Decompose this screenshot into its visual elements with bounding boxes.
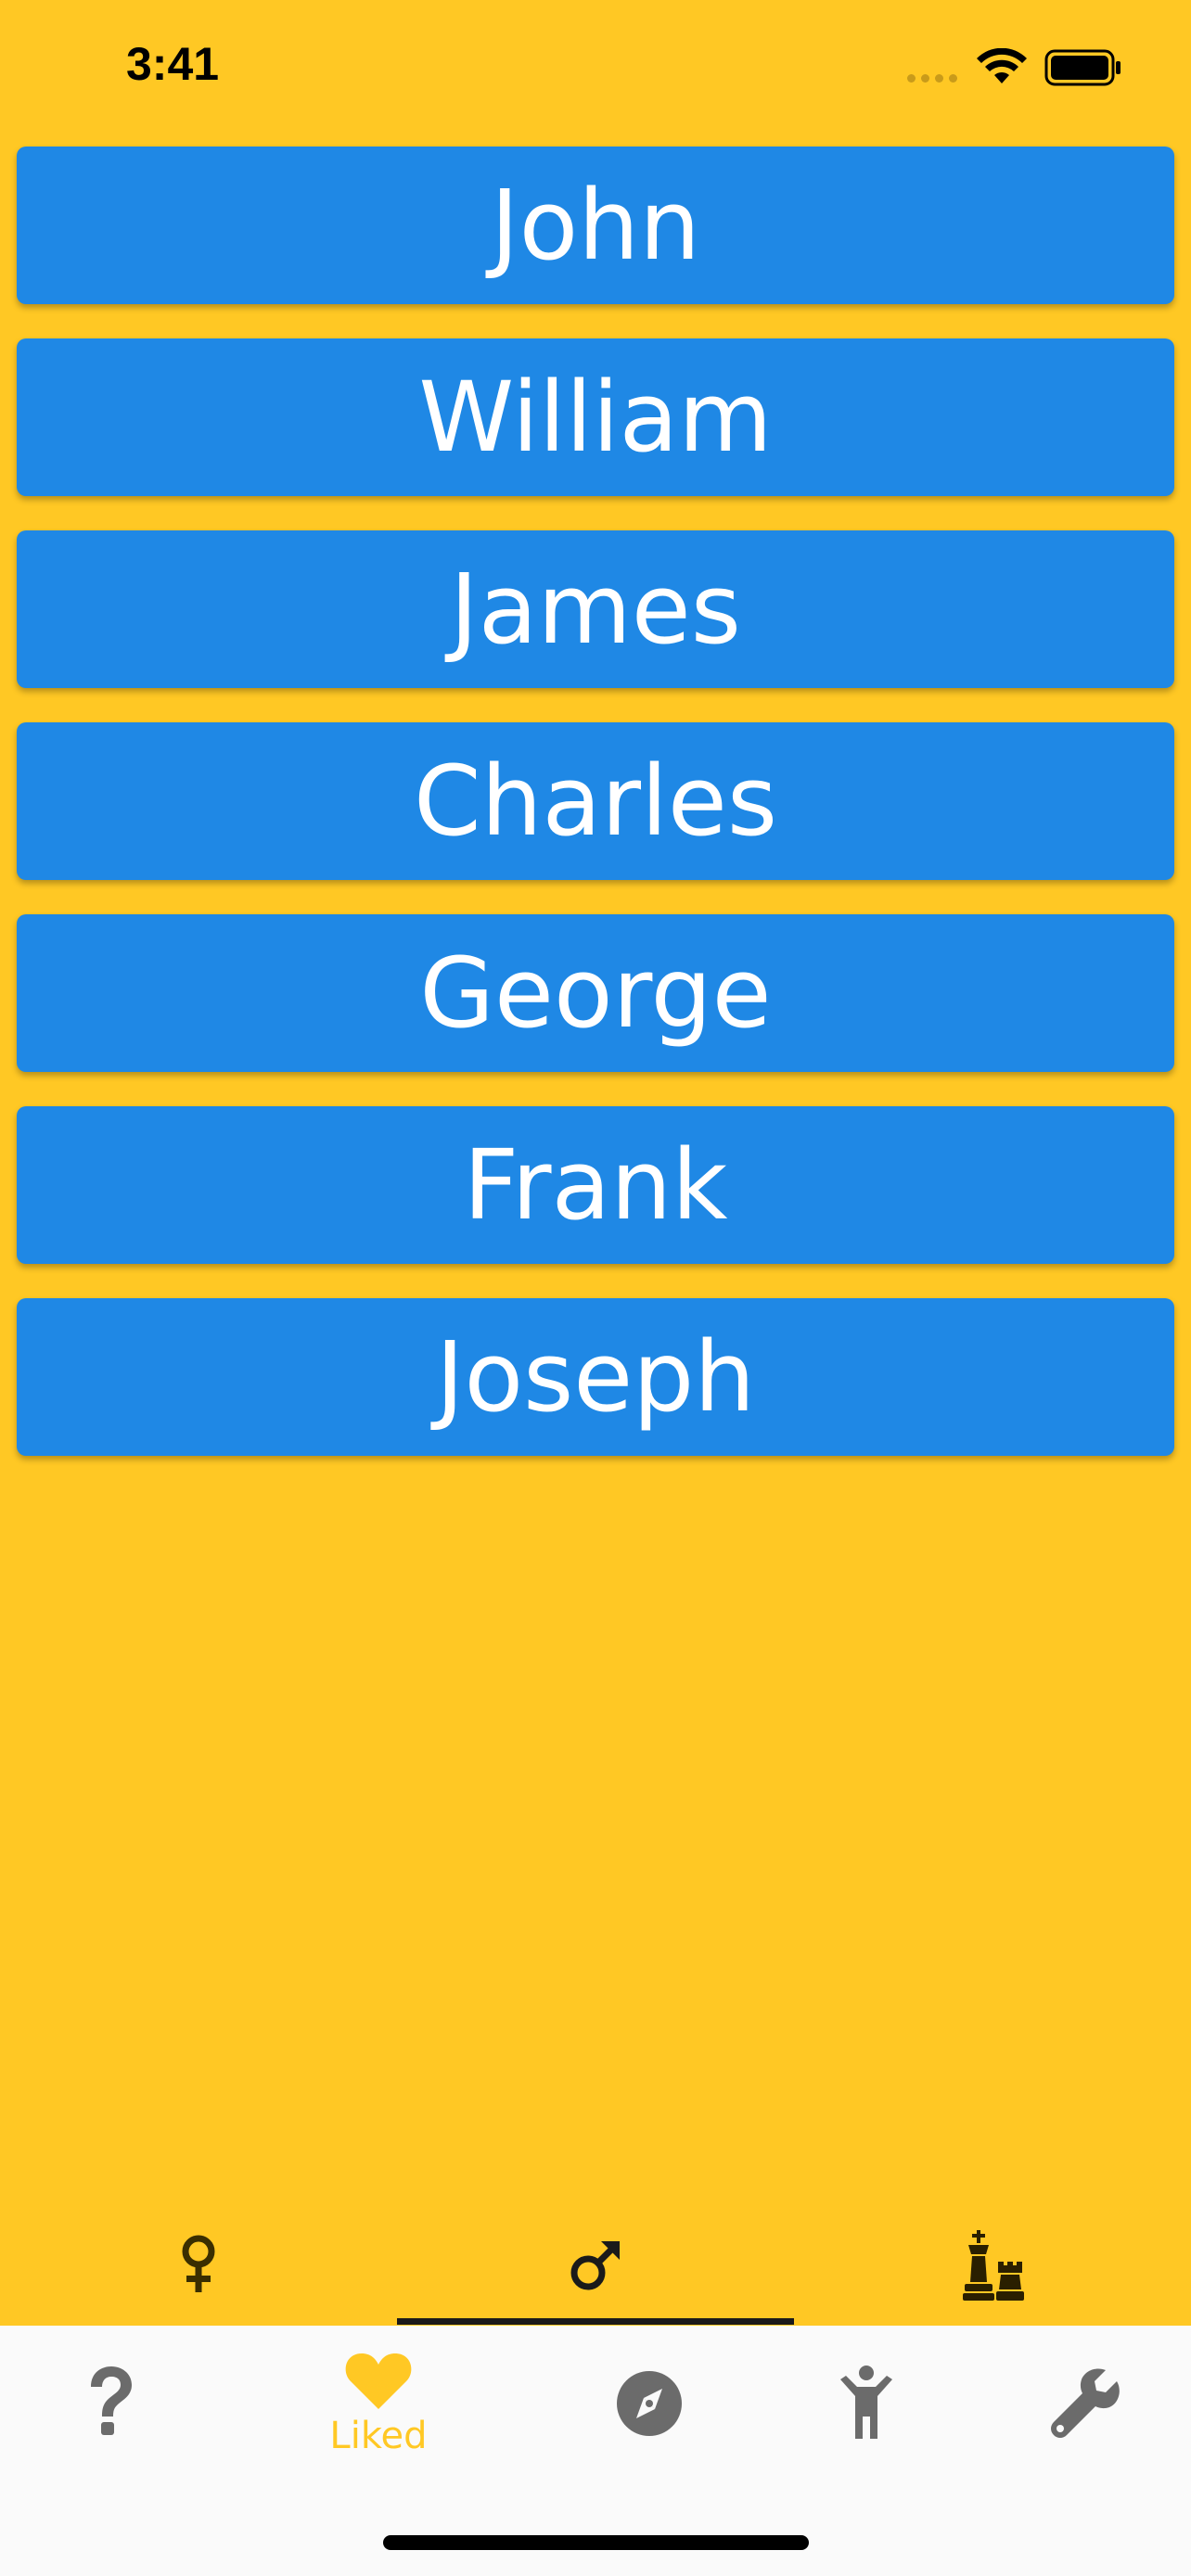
name-button-frank[interactable]: Frank (17, 1106, 1174, 1264)
nav-item-liked[interactable]: Liked (304, 2326, 453, 2511)
child-icon (840, 2366, 892, 2439)
name-list: John William James Charles George Frank … (17, 147, 1174, 1490)
name-button-william[interactable]: William (17, 338, 1174, 496)
heart-icon (345, 2353, 412, 2409)
tab-female[interactable] (0, 2207, 397, 2324)
chess-pieces-icon (963, 2230, 1024, 2301)
tab-chess[interactable] (794, 2207, 1191, 2324)
home-indicator (383, 2535, 809, 2550)
cellular-signal-icon (907, 74, 957, 83)
status-time: 3:41 (126, 38, 220, 90)
name-button-james[interactable]: James (17, 530, 1174, 688)
male-symbol-icon (570, 2241, 620, 2290)
tab-male[interactable] (397, 2207, 794, 2324)
selected-tab-indicator (397, 2318, 794, 2325)
wifi-icon (977, 48, 1027, 83)
nav-item-explore[interactable] (575, 2326, 724, 2511)
battery-icon (1044, 49, 1121, 86)
name-button-joseph[interactable]: Joseph (17, 1298, 1174, 1456)
name-button-john[interactable]: John (17, 147, 1174, 304)
compass-icon (617, 2371, 682, 2436)
nav-label-liked: Liked (329, 2415, 428, 2457)
name-button-george[interactable]: George (17, 914, 1174, 1072)
question-icon (91, 2366, 132, 2435)
nav-item-help[interactable] (35, 2326, 184, 2511)
nav-item-settings[interactable] (1011, 2326, 1159, 2511)
female-symbol-icon (182, 2235, 215, 2292)
nav-item-kids[interactable] (792, 2326, 941, 2511)
wrench-icon (1051, 2368, 1120, 2438)
name-button-charles[interactable]: Charles (17, 722, 1174, 880)
gender-tabs (0, 2207, 1191, 2327)
status-bar: 3:41 (0, 0, 1191, 139)
